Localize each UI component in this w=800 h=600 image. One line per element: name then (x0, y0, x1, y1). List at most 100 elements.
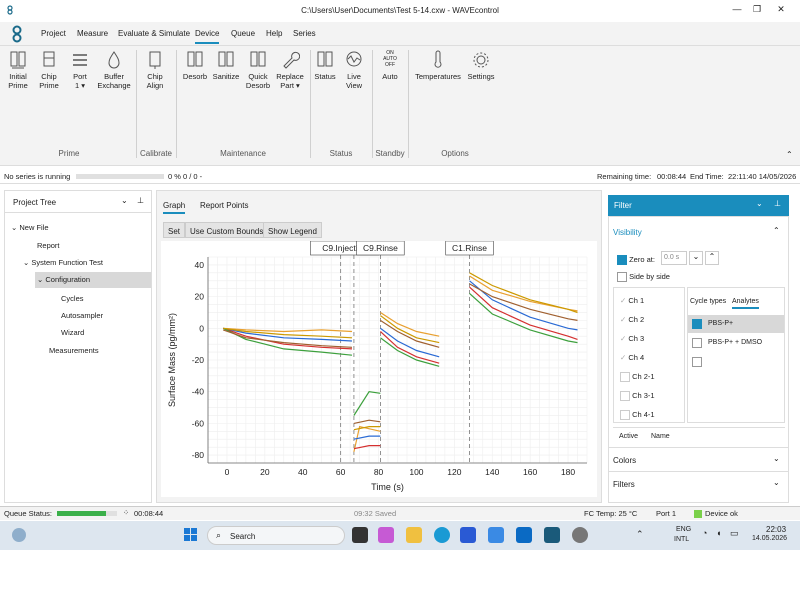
chevron-down-icon[interactable]: ⌄ (121, 196, 128, 205)
colors-section[interactable]: Colors ⌄ (609, 447, 788, 471)
tab-graph[interactable]: Graph (163, 201, 186, 214)
copilot-icon[interactable] (378, 527, 394, 543)
menu-project[interactable]: Project (41, 29, 66, 38)
channel-ch2-1[interactable]: Ch 2-1 (620, 372, 655, 383)
channel-ch4-1[interactable]: Ch 4-1 (620, 410, 655, 421)
quick-desorb-button[interactable]: Quick Desorb (243, 50, 273, 90)
windows-start-icon[interactable] (184, 528, 198, 542)
fc-temp: FC Temp: 25 °C (584, 509, 638, 518)
minimize-button[interactable]: — (730, 4, 744, 16)
channel-ch4[interactable]: ✓ Ch 4 (620, 353, 644, 362)
tree-item-system-function-test[interactable]: ⌄ System Function Test (23, 258, 103, 267)
gear-icon (473, 52, 489, 68)
chip-prime-icon (43, 51, 55, 67)
edge-icon[interactable] (434, 527, 450, 543)
end-time-label: End Time: (690, 172, 724, 181)
pin-icon[interactable]: ⊥ (137, 196, 144, 205)
series-status-row: No series is running 0 % 0 / 0 - Remaini… (0, 170, 800, 184)
chip-prime-button[interactable]: Chip Prime (34, 50, 64, 90)
settings-taskbar-icon[interactable] (572, 527, 588, 543)
menu-queue[interactable]: Queue (231, 29, 255, 38)
clock-time[interactable]: 22:03 (766, 525, 786, 534)
analyte-row[interactable]: PBS-P+ (688, 315, 784, 333)
windows-taskbar: ⌕ Search ⌃ ENG INTL ◔ ◖ ▭ 22:03 14.05.20… (0, 521, 800, 550)
menu-evaluate-simulate[interactable]: Evaluate & Simulate (118, 29, 190, 38)
series-line (380, 311, 440, 337)
standby-switch[interactable]: ON AUTO OFF Auto (376, 50, 404, 81)
tree-item-wizard[interactable]: Wizard (61, 328, 84, 337)
search-icon: ⌕ (216, 530, 222, 540)
analyte-row-empty[interactable] (688, 353, 784, 371)
tab-report-points[interactable]: Report Points (200, 201, 248, 210)
app-icon[interactable] (488, 527, 504, 543)
volume-icon[interactable]: ◖ (716, 528, 721, 538)
menu-series[interactable]: Series (293, 29, 316, 38)
chevron-down-icon[interactable]: ⌄ (756, 199, 763, 208)
chevron-down-icon[interactable]: ⌄ (689, 251, 703, 265)
tree-item-cycles[interactable]: Cycles (61, 294, 84, 303)
wifi-icon[interactable]: ◔ (702, 528, 707, 538)
close-button[interactable]: ✕ (774, 4, 788, 16)
tree-item-report[interactable]: Report (37, 241, 60, 250)
sanitize-icon (218, 51, 234, 67)
menu-device[interactable]: Device (195, 29, 220, 44)
clock-date[interactable]: 14.05.2026 (752, 535, 787, 542)
tree-item-configuration[interactable]: ⌄ Configuration (35, 272, 151, 288)
task-view-icon[interactable] (352, 527, 368, 543)
sanitize-button[interactable]: Sanitize (210, 50, 242, 81)
maximize-button[interactable]: ❐ (750, 4, 764, 16)
menu-help[interactable]: Help (266, 29, 282, 38)
menu-measure[interactable]: Measure (77, 29, 108, 38)
sensorgram-chart[interactable]: 0 20 40 60 80 100 120 140 160 180 40 20 0 -20 -40 -60 -8… (161, 240, 597, 497)
tab-analytes[interactable]: Analytes (732, 298, 759, 309)
port-icon (73, 54, 87, 66)
chip-align-button[interactable]: Chip Align (140, 50, 170, 90)
chevron-up-icon[interactable]: ⌃ (636, 529, 644, 540)
ribbon-separator (176, 50, 177, 158)
set-button[interactable]: Set (163, 222, 186, 238)
file-explorer-icon[interactable] (406, 527, 422, 543)
title-bar: C:\Users\User\Documents\Test 5-14.cxw - … (0, 0, 800, 22)
side-by-side-checkbox[interactable]: Side by side (617, 272, 670, 283)
channel-ch1[interactable]: ✓ Ch 1 (620, 296, 644, 305)
pin-icon[interactable]: ⊥ (774, 199, 781, 208)
collapse-ribbon-icon[interactable]: ⌃ (786, 150, 793, 159)
chevron-up-icon[interactable]: ⌃ (705, 251, 719, 265)
zero-at-checkbox[interactable]: Zero at: (617, 255, 655, 266)
replace-part-button[interactable]: Replace Part ▾ (274, 50, 306, 90)
tree-item-measurements[interactable]: Measurements (49, 346, 99, 355)
temperatures-button[interactable]: Temperatures (412, 50, 464, 81)
taskbar-search[interactable]: ⌕ Search (207, 526, 345, 545)
buffer-exchange-button[interactable]: Buffer Exchange (96, 50, 132, 90)
channel-ch3[interactable]: ✓ Ch 3 (620, 334, 644, 343)
weather-icon[interactable] (12, 528, 26, 542)
wavecontrol-taskbar-icon[interactable] (544, 527, 560, 543)
settings-button[interactable]: Settings (464, 50, 498, 81)
y-tick-label: 20 (195, 292, 205, 302)
filters-section[interactable]: Filters ⌄ (609, 471, 788, 495)
store-icon[interactable] (460, 527, 476, 543)
keyboard-layout[interactable]: INTL (674, 536, 689, 543)
show-legend-button[interactable]: Show Legend (263, 222, 322, 238)
status-button[interactable]: Status (313, 50, 337, 81)
tab-cycle-types[interactable]: Cycle types (690, 298, 726, 305)
chevron-up-icon[interactable]: ⌃ (773, 226, 780, 235)
initial-prime-button[interactable]: Initial Prime (4, 50, 32, 90)
zero-at-input[interactable]: 0.0 s (661, 251, 687, 265)
port-button[interactable]: Port 1 ▾ (66, 50, 94, 90)
tree-item-autosampler[interactable]: Autosampler (61, 311, 103, 320)
analyte-row[interactable]: PBS-P+ + DMSO (688, 334, 784, 352)
battery-icon[interactable]: ▭ (730, 528, 739, 539)
tree-item-new-file[interactable]: ⌄ New File (11, 223, 49, 232)
channel-ch2[interactable]: ✓ Ch 2 (620, 315, 644, 324)
outlook-icon[interactable] (516, 527, 532, 543)
channel-ch3-1[interactable]: Ch 3-1 (620, 391, 655, 402)
series-line (469, 292, 578, 344)
custom-bounds-button[interactable]: Use Custom Bounds (185, 222, 269, 238)
live-view-button[interactable]: Live View (340, 50, 368, 90)
language-indicator[interactable]: ENG (676, 526, 691, 533)
desorb-button[interactable]: Desorb (180, 50, 210, 81)
buffer-exchange-icon (108, 51, 120, 69)
y-tick-label: -40 (192, 387, 205, 397)
visibility-header[interactable]: Visibility (613, 228, 642, 237)
